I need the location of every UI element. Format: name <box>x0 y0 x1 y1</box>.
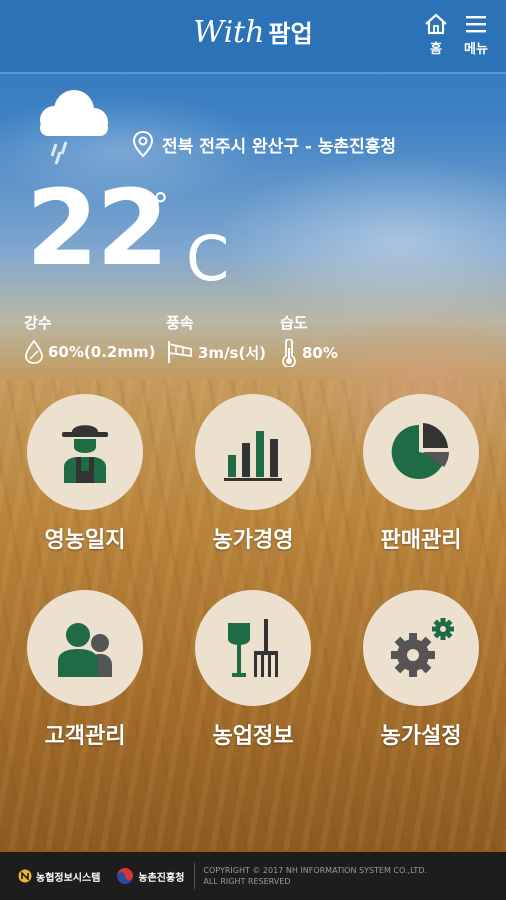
nh-logo-icon <box>18 869 32 883</box>
menu-label: 농가경영 <box>212 528 294 553</box>
menu-sales-management[interactable]: 판매관리 <box>356 394 486 554</box>
menu-farm-diary[interactable]: 영농일지 <box>20 394 150 554</box>
gears-icon <box>391 618 454 677</box>
menu-label: 메뉴 <box>464 42 488 57</box>
menu-icon-circle <box>195 394 311 510</box>
pie-chart-icon <box>391 423 449 479</box>
taegeuk-logo-icon <box>117 868 134 884</box>
rda-brand: 농촌진흥청 <box>116 867 184 885</box>
hamburger-icon <box>466 16 486 33</box>
menu-farm-settings[interactable]: 농가설정 <box>356 590 486 750</box>
copyright-line-2: ALL RIGHT RESERVED <box>203 877 291 886</box>
copyright-line-1: COPYRIGHT © 2017 NH INFORMATION SYSTEM C… <box>203 866 428 875</box>
degree-symbol: ° <box>152 186 169 226</box>
menu-label: 농가설정 <box>380 724 462 749</box>
logo-word: 팜업 <box>268 20 313 48</box>
raindrop-icon <box>25 339 43 364</box>
nh-system-brand: 농협정보시스템 <box>18 869 100 884</box>
footer: 농협정보시스템 농촌진흥청 COPYRIGHT © 2017 NH INFORM… <box>0 852 506 900</box>
app-header: With 팜업 홈 메뉴 <box>0 0 506 74</box>
humidity-title: 습도 <box>280 314 308 332</box>
farmer-icon <box>62 425 108 483</box>
menu-icon-circle <box>27 394 143 510</box>
windsock-icon <box>168 341 192 363</box>
wind-stat: 풍속 3m/s(서) <box>166 312 266 365</box>
thermometer-icon <box>282 339 296 367</box>
bar-chart-icon <box>224 431 282 481</box>
menu-label: 고객관리 <box>44 724 126 749</box>
menu-icon-circle <box>195 590 311 706</box>
humidity-value: 80% <box>302 344 338 362</box>
precipitation-title: 강수 <box>24 314 52 332</box>
precipitation-stat: 강수 60%(0.2mm) <box>24 312 155 365</box>
wind-title: 풍속 <box>166 314 194 332</box>
humidity-stat: 습도 80% <box>280 312 338 367</box>
menu-label: 농업정보 <box>212 724 294 749</box>
menu-agri-info[interactable]: 농업정보 <box>188 590 318 750</box>
copyright: COPYRIGHT © 2017 NH INFORMATION SYSTEM C… <box>203 865 427 887</box>
weather-location[interactable]: 전북 전주시 완산구 - 농촌진흥청 <box>132 130 396 158</box>
location-pin-icon <box>132 130 154 158</box>
menu-farm-management[interactable]: 농가경영 <box>188 394 318 554</box>
precipitation-value: 60%(0.2mm) <box>48 343 156 361</box>
home-button[interactable]: 홈 <box>416 12 456 57</box>
temperature-unit: C <box>186 222 230 295</box>
rain-cloud-icon <box>40 90 108 165</box>
customers-icon <box>58 623 112 677</box>
menu-label: 영농일지 <box>44 528 126 553</box>
temperature-value: 22 <box>26 167 169 289</box>
menu-icon-circle <box>363 394 479 510</box>
home-icon <box>425 13 447 35</box>
org1-label: 농협정보시스템 <box>36 872 101 884</box>
org2-label: 농촌진흥청 <box>138 872 185 884</box>
wind-value: 3m/s(서) <box>198 343 266 362</box>
menu-icon-circle <box>27 590 143 706</box>
menu-button[interactable]: 메뉴 <box>456 12 496 57</box>
shovel-rake-icon <box>228 619 278 677</box>
menu-label: 판매관리 <box>380 528 462 553</box>
home-label: 홈 <box>430 42 442 57</box>
footer-divider <box>194 863 196 889</box>
logo-script: With <box>193 15 265 50</box>
menu-icon-circle <box>363 590 479 706</box>
menu-customer-management[interactable]: 고객관리 <box>20 590 150 750</box>
location-text: 전북 전주시 완산구 - 농촌진흥청 <box>162 136 397 157</box>
